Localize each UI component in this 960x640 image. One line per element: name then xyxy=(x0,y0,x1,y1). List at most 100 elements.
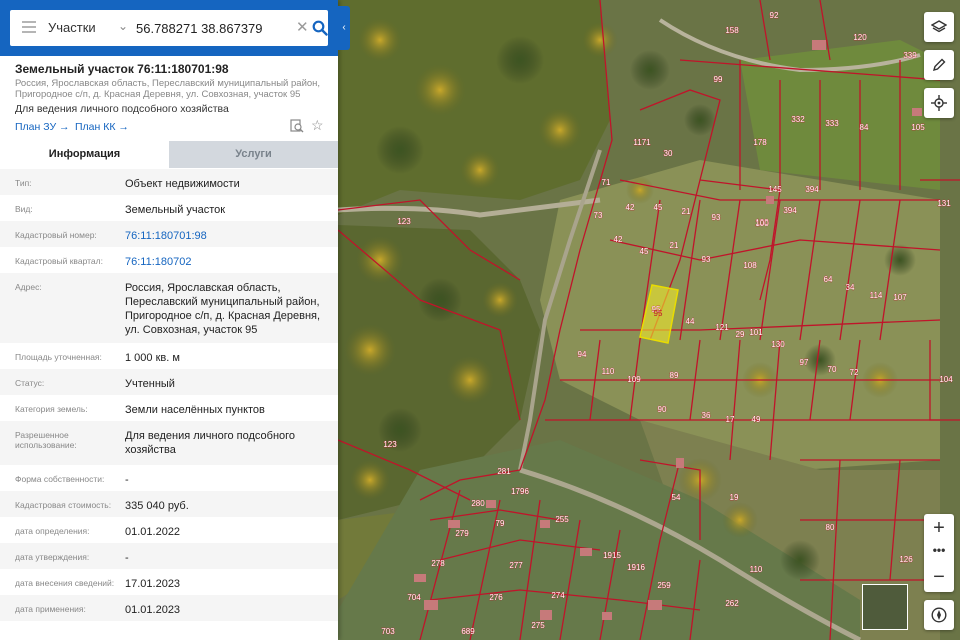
info-panel: Участки ⌄ ✕ Земельный участок 76:11:1807… xyxy=(0,0,338,640)
parcel-label: 275 xyxy=(531,621,545,630)
attribute-label: Адрес: xyxy=(15,282,42,292)
hamburger-menu-icon[interactable] xyxy=(22,21,36,35)
attribute-row: Кадастровая стоимость: 335 040 руб. xyxy=(0,491,338,517)
attribute-value: 1 000 кв. м xyxy=(125,352,180,364)
parcel-label: 278 xyxy=(431,559,445,568)
compass-button[interactable] xyxy=(924,600,954,630)
attribute-value: Учтенный xyxy=(125,378,175,390)
parcel-label: 21 xyxy=(682,207,691,216)
search-bar: Участки ⌄ ✕ xyxy=(0,0,338,56)
plan-kk-link[interactable]: План КК → xyxy=(75,121,129,133)
attribute-label: Форма собственности: xyxy=(15,474,105,484)
selected-parcel-label: 95 xyxy=(654,309,663,318)
parcel-label: 145 xyxy=(768,185,782,194)
attribute-row: Площадь уточненная: 1 000 кв. м xyxy=(0,343,338,369)
layers-button[interactable] xyxy=(924,12,954,42)
parcel-label: 93 xyxy=(702,255,711,264)
attribute-label: Категория земель: xyxy=(15,404,88,414)
zoom-controls: + ••• − xyxy=(924,514,954,592)
attribute-row: дата применения: 01.01.2023 xyxy=(0,595,338,621)
star-icon[interactable]: ☆ xyxy=(311,118,325,132)
parcel-label: 259 xyxy=(657,581,671,590)
report-search-icon[interactable] xyxy=(290,119,304,133)
attribute-value: 01.01.2023 xyxy=(125,604,181,616)
minimap[interactable] xyxy=(862,584,908,630)
attribute-value: 17.01.2023 xyxy=(125,578,181,590)
layer-select[interactable]: Участки xyxy=(48,10,96,46)
parcel-label: 34 xyxy=(846,283,855,292)
parcel-label: 84 xyxy=(860,123,869,132)
attribute-value: 335 040 руб. xyxy=(125,500,189,512)
chevron-down-icon[interactable]: ⌄ xyxy=(118,19,130,37)
search-icon[interactable] xyxy=(312,20,328,36)
attribute-label: Кадастровый номер: xyxy=(15,230,97,240)
parcel-label: 105 xyxy=(911,123,925,132)
attribute-row: Кадастровый номер: 76:11:180701:98 xyxy=(0,221,338,247)
attribute-row: Адрес: Россия, Ярославская область, Перес… xyxy=(0,273,338,343)
search-box: Участки ⌄ ✕ xyxy=(10,10,328,46)
parcel-label: 120 xyxy=(853,33,867,42)
parcel-label: 44 xyxy=(686,317,695,326)
zoom-in-button[interactable]: + xyxy=(924,514,954,542)
parcel-label: 97 xyxy=(800,358,809,367)
attribute-row: дата определения: 01.01.2022 xyxy=(0,517,338,543)
parcel-label: 281 xyxy=(497,467,511,476)
locate-button[interactable] xyxy=(924,88,954,118)
attribute-label: Вид: xyxy=(15,204,33,214)
parcel-label: 123 xyxy=(383,440,397,449)
parcel-title: Земельный участок 76:11:180701:98 xyxy=(15,62,229,76)
clear-icon[interactable]: ✕ xyxy=(296,19,310,37)
parcel-label: 394 xyxy=(783,206,797,215)
parcel-address: Россия, Ярославская область, Переславски… xyxy=(15,78,321,100)
attribute-label: Кадастровый квартал: xyxy=(15,256,103,266)
parcel-label: 123 xyxy=(397,217,411,226)
parcel-label: 332 xyxy=(791,115,805,124)
parcel-label: 100 xyxy=(755,219,769,228)
more-icon[interactable]: ••• xyxy=(924,542,954,564)
parcel-label: 45 xyxy=(654,203,663,212)
attribute-row: Категория земель: Земли населённых пункто… xyxy=(0,395,338,421)
parcel-label: 21 xyxy=(670,241,679,250)
attribute-value: Земли населённых пунктов xyxy=(125,404,265,416)
parcel-label: 110 xyxy=(750,565,763,574)
tab-services[interactable]: Услуги xyxy=(169,141,338,168)
parcel-label: 42 xyxy=(614,235,623,244)
tab-information[interactable]: Информация xyxy=(0,141,169,168)
parcel-label: 73 xyxy=(594,211,603,220)
parcel-label: 70 xyxy=(828,365,837,374)
parcel-label: 109 xyxy=(627,375,641,384)
parcel-label: 104 xyxy=(939,375,953,384)
parcel-label: 93 xyxy=(712,213,721,222)
attribute-row: Статус: Учтенный xyxy=(0,369,338,395)
attribute-value: - xyxy=(125,552,129,564)
parcel-label: 339 xyxy=(903,51,917,60)
attribute-value: 01.01.2022 xyxy=(125,526,181,538)
attribute-value: - xyxy=(125,474,129,486)
parcel-label: 1171 xyxy=(633,138,651,147)
attribute-table: Тип: Объект недвижимости Вид: Земельный уча… xyxy=(0,169,338,621)
parcel-label: 280 xyxy=(471,499,485,508)
zoom-out-button[interactable]: − xyxy=(924,564,954,592)
attribute-row: Форма собственности: - xyxy=(0,465,338,491)
parcel-label: 277 xyxy=(509,561,523,570)
parcel-label: 255 xyxy=(555,515,569,524)
attribute-value[interactable]: 76:11:180702 xyxy=(125,255,330,269)
parcel-label: 130 xyxy=(771,340,785,349)
search-input[interactable] xyxy=(136,16,296,40)
collapse-panel-button[interactable]: ‹ xyxy=(338,6,350,50)
parcel-label: 703 xyxy=(381,627,395,636)
parcel-label: 80 xyxy=(826,523,835,532)
parcel-label: 54 xyxy=(672,493,681,502)
parcel-label: 30 xyxy=(664,149,673,158)
parcel-label: 121 xyxy=(715,323,729,332)
parcel-label: 49 xyxy=(752,415,761,424)
parcel-label: 131 xyxy=(937,199,951,208)
attribute-label: дата внесения сведений: xyxy=(15,578,115,588)
attribute-value[interactable]: 76:11:180701:98 xyxy=(125,229,330,243)
parcel-label: 79 xyxy=(496,519,505,528)
layers-icon xyxy=(931,20,947,33)
plan-zu-link[interactable]: План ЗУ → xyxy=(15,121,70,133)
parcel-label: 90 xyxy=(658,405,667,414)
parcel-label: 101 xyxy=(749,328,763,337)
draw-button[interactable] xyxy=(924,50,954,80)
